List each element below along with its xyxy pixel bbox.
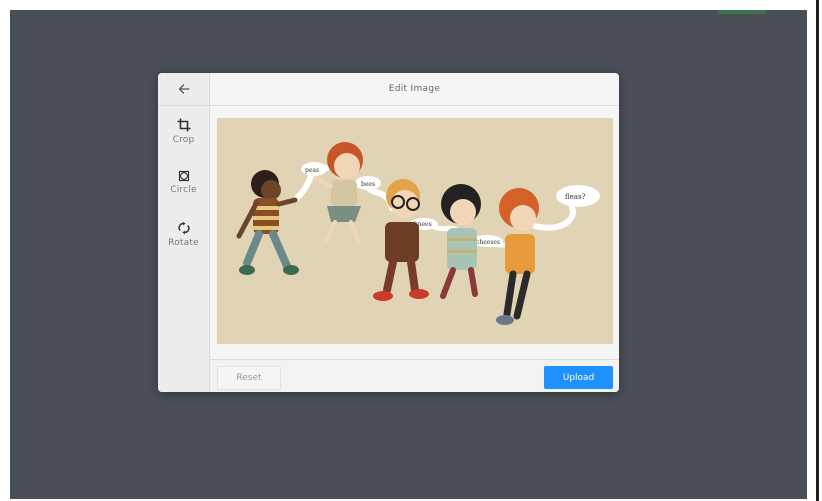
tool-sidebar: Crop Circle Rotate [158, 73, 210, 392]
edit-image-dialog: Crop Circle Rotate Edit Image peas bees … [158, 73, 619, 392]
image-canvas-area: peas bees knees fleas? cheeses [210, 106, 619, 358]
window-edge [816, 0, 819, 501]
speech-word-peas: peas [305, 167, 319, 174]
upload-button[interactable]: Upload [544, 366, 613, 389]
circle-crop-icon [178, 170, 189, 182]
rotate-tool-button[interactable]: Rotate [158, 221, 209, 265]
arrow-left-icon [178, 84, 190, 94]
circle-tool-label: Circle [170, 185, 197, 195]
dialog-title: Edit Image [210, 73, 619, 106]
top-bar-accent [718, 10, 766, 14]
illustration-children: peas bees knees fleas? cheeses [217, 118, 613, 344]
crop-icon [177, 118, 190, 132]
crop-tool-button[interactable]: Crop [158, 118, 209, 162]
rotate-tool-label: Rotate [168, 238, 199, 248]
dialog-footer: Reset Upload [210, 359, 619, 392]
circle-tool-button[interactable]: Circle [158, 170, 209, 214]
speech-word-bees: bees [361, 181, 375, 188]
image-preview[interactable]: peas bees knees fleas? cheeses [217, 118, 613, 344]
back-button[interactable] [158, 73, 209, 106]
rotate-icon [177, 221, 190, 235]
crop-tool-label: Crop [172, 135, 195, 145]
reset-button[interactable]: Reset [217, 366, 281, 390]
speech-word-fleas: fleas? [565, 193, 586, 201]
speech-word-cheeses: cheeses [476, 239, 500, 246]
